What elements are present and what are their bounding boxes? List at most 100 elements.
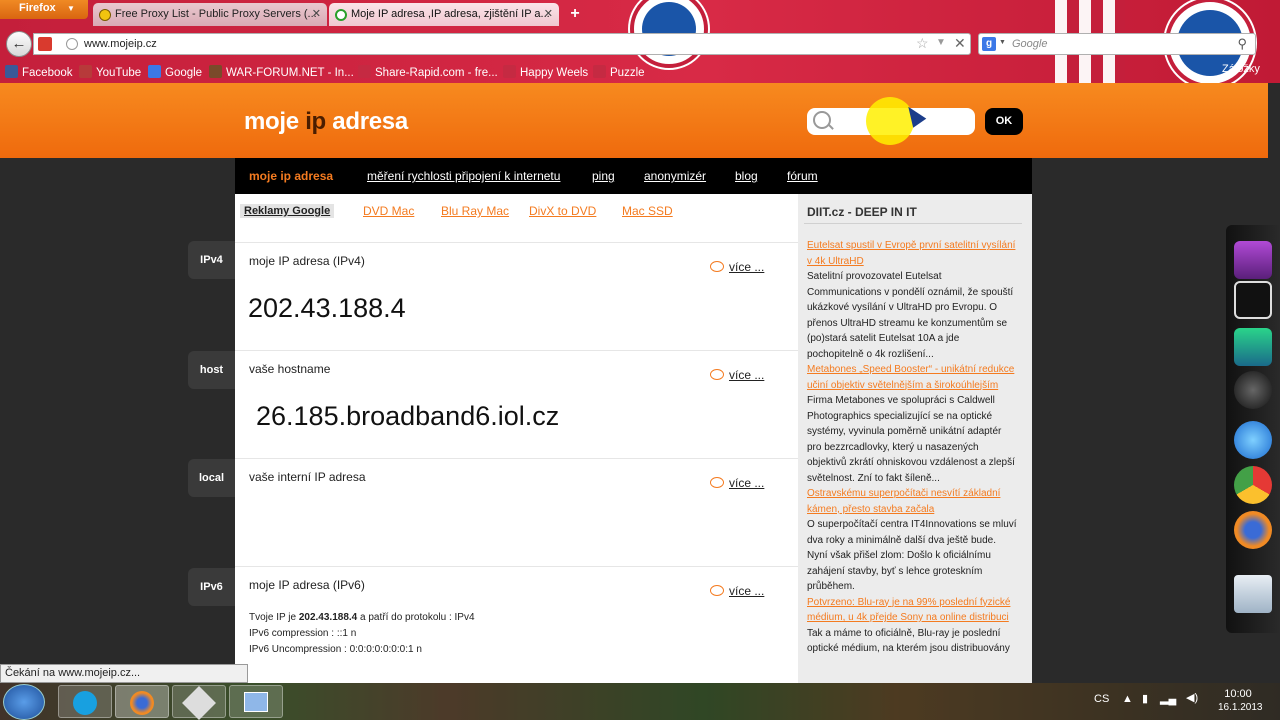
- bookmark-youtube[interactable]: YouTube: [79, 65, 141, 79]
- windows-icon: [244, 692, 268, 712]
- taskbar-firefox[interactable]: [115, 685, 169, 718]
- firefox-icon[interactable]: [1234, 511, 1272, 549]
- article-title-link[interactable]: Potvrzeno: Blu-ray je na 99% poslední fy…: [807, 597, 1010, 624]
- bookmarks-menu-button[interactable]: Záložky: [1222, 63, 1260, 75]
- site-logo[interactable]: moje ip adresa: [244, 108, 408, 136]
- navigation-bar: ← www.mojeip.cz ☆ ▼ ✕ g ▼ Google ⚲: [3, 30, 1275, 58]
- site-header: moje ip adresa OK: [0, 83, 1268, 158]
- section-ipv4: moje IP adresa (IPv4) více ... 202.43.18…: [235, 242, 798, 350]
- section-title: vaše hostname: [249, 362, 331, 376]
- ad-link-mac-ssd[interactable]: Mac SSD: [622, 204, 673, 218]
- globe-icon: [66, 38, 78, 50]
- clock-date: 16.1.2013: [1218, 702, 1263, 713]
- article: Ostravskému superpočítači nesvítí základ…: [807, 486, 1017, 595]
- address-bar[interactable]: www.mojeip.cz ☆ ▼ ✕: [33, 33, 971, 55]
- site-identity-icon[interactable]: [38, 37, 52, 51]
- search-bar[interactable]: g ▼ Google ⚲: [978, 33, 1256, 55]
- chrome-icon[interactable]: [1234, 466, 1272, 504]
- site-search-button[interactable]: OK: [985, 108, 1023, 135]
- side-tab-local: local: [188, 459, 235, 497]
- taskbar-window-manager[interactable]: [229, 685, 283, 718]
- section-title: moje IP adresa (IPv6): [249, 578, 365, 592]
- volume-icon[interactable]: ◀): [1186, 691, 1198, 704]
- taskbar: CS ▲ ▮ ▂▄ ◀) 10:00 16.1.2013: [0, 683, 1280, 720]
- section-title: moje IP adresa (IPv4): [249, 254, 365, 268]
- google-ads-label[interactable]: Reklamy Google: [240, 204, 335, 218]
- side-tab-ipv6: IPv6: [188, 568, 235, 606]
- article-title-link[interactable]: Eutelsat spustil v Evropě první satelitn…: [807, 240, 1015, 267]
- tray-expand-icon[interactable]: ▲: [1122, 693, 1133, 705]
- article: Metabones „Speed Booster“ - unikátní red…: [807, 362, 1017, 486]
- news-sidebar: DIIT.cz - DEEP IN IT Eutelsat spustil v …: [798, 194, 1032, 683]
- clock-time: 10:00: [1224, 688, 1252, 700]
- main-content: Reklamy Google DVD Mac Blu Ray Mac DivX …: [235, 194, 798, 683]
- search-icon: [813, 111, 831, 129]
- screen-app-icon[interactable]: [1234, 328, 1272, 366]
- start-button[interactable]: [3, 684, 45, 720]
- article-title-link[interactable]: Metabones „Speed Booster“ - unikátní red…: [807, 364, 1014, 391]
- ipv6-uncompression: IPv6 Uncompression : 0:0:0:0:0:0:0:1 n: [249, 644, 422, 655]
- comment-icon: [710, 369, 724, 380]
- more-link[interactable]: více ...: [710, 260, 764, 274]
- engine-dropdown-icon[interactable]: ▼: [999, 39, 1006, 46]
- more-link[interactable]: více ...: [710, 368, 764, 382]
- article-text: Tak a máme to oficiálně, Blu-ray je posl…: [807, 627, 1010, 655]
- taskbar-skype[interactable]: [58, 685, 112, 718]
- desktop-dock: [1226, 225, 1280, 633]
- skype-icon: [73, 691, 97, 715]
- web-page: moje ip adresa OK moje ip adresa měření …: [0, 83, 1280, 683]
- history-dropdown-icon[interactable]: ▼: [936, 37, 946, 48]
- tray-app-icon[interactable]: ▮: [1142, 692, 1148, 705]
- steam-icon[interactable]: [1234, 371, 1272, 409]
- language-indicator[interactable]: CS: [1094, 693, 1109, 705]
- mushroom-app-icon[interactable]: [1234, 281, 1272, 319]
- bookmark-facebook[interactable]: Facebook: [5, 65, 73, 79]
- loading-favicon-icon: [335, 9, 347, 21]
- clock[interactable]: 10:00 16.1.2013: [1218, 687, 1263, 715]
- more-link[interactable]: více ...: [710, 584, 764, 598]
- menu-item-forum[interactable]: fórum: [787, 169, 818, 183]
- new-tab-button[interactable]: +: [564, 4, 586, 24]
- close-tab-icon[interactable]: ✕: [544, 7, 553, 20]
- recycle-bin-icon[interactable]: [1234, 575, 1272, 613]
- google-engine-icon[interactable]: g: [982, 37, 996, 51]
- search-placeholder: Google: [1012, 38, 1048, 50]
- google-icon: [148, 65, 161, 78]
- comment-icon: [710, 477, 724, 488]
- menu-item-blog[interactable]: blog: [735, 169, 758, 183]
- bookmark-puzzle[interactable]: Puzzle: [593, 65, 645, 79]
- side-tab-host: host: [188, 351, 235, 389]
- main-menu: moje ip adresa měření rychlosti připojen…: [235, 158, 1032, 194]
- youtube-icon: [79, 65, 92, 78]
- tab-moje-ip-adresa[interactable]: Moje IP adresa ,IP adresa, zjištění IP a…: [329, 3, 559, 26]
- cube-app-icon[interactable]: [1234, 241, 1272, 279]
- stop-icon[interactable]: ✕: [954, 35, 966, 52]
- search-icon[interactable]: ⚲: [1237, 36, 1247, 52]
- article-text: Satelitní provozovatel Eutelsat Communic…: [807, 271, 1014, 360]
- back-button[interactable]: ←: [6, 31, 32, 57]
- bookmark-google[interactable]: Google: [148, 65, 202, 79]
- bookmarks-toolbar: Facebook YouTube Google WAR-FORUM.NET - …: [0, 62, 1280, 82]
- article: Eutelsat spustil v Evropě první satelitn…: [807, 238, 1017, 362]
- tab-free-proxy-list[interactable]: Free Proxy List - Public Proxy Servers (…: [93, 3, 327, 26]
- menu-item-anonymizer[interactable]: anonymizér: [644, 169, 706, 183]
- bookmark-warforum[interactable]: WAR-FORUM.NET - In...: [209, 65, 354, 79]
- more-link[interactable]: více ...: [710, 476, 764, 490]
- bookmark-happy-weels[interactable]: Happy Weels: [503, 65, 588, 79]
- menu-item-speed-test[interactable]: měření rychlosti připojení k internetu: [367, 169, 560, 183]
- article-title-link[interactable]: Ostravskému superpočítači nesvítí základ…: [807, 488, 1000, 515]
- sharerapid-icon: [358, 65, 371, 78]
- close-tab-icon[interactable]: ✕: [312, 7, 321, 20]
- menu-item-ping[interactable]: ping: [592, 169, 615, 183]
- ad-link-blu-ray-mac[interactable]: Blu Ray Mac: [441, 204, 509, 218]
- comment-icon: [710, 261, 724, 272]
- bookmark-star-icon[interactable]: ☆: [916, 35, 929, 52]
- menu-item-moje-ip[interactable]: moje ip adresa: [249, 169, 333, 183]
- ad-link-dvd-mac[interactable]: DVD Mac: [363, 204, 414, 218]
- internet-explorer-icon[interactable]: [1234, 421, 1272, 459]
- firefox-menu-button[interactable]: Firefox ▼: [0, 0, 88, 19]
- taskbar-app[interactable]: [172, 685, 226, 720]
- signal-icon[interactable]: ▂▄: [1160, 692, 1176, 705]
- bookmark-sharerapid[interactable]: Share-Rapid.com - fre...: [358, 65, 498, 79]
- ad-link-divx-to-dvd[interactable]: DivX to DVD: [529, 204, 596, 218]
